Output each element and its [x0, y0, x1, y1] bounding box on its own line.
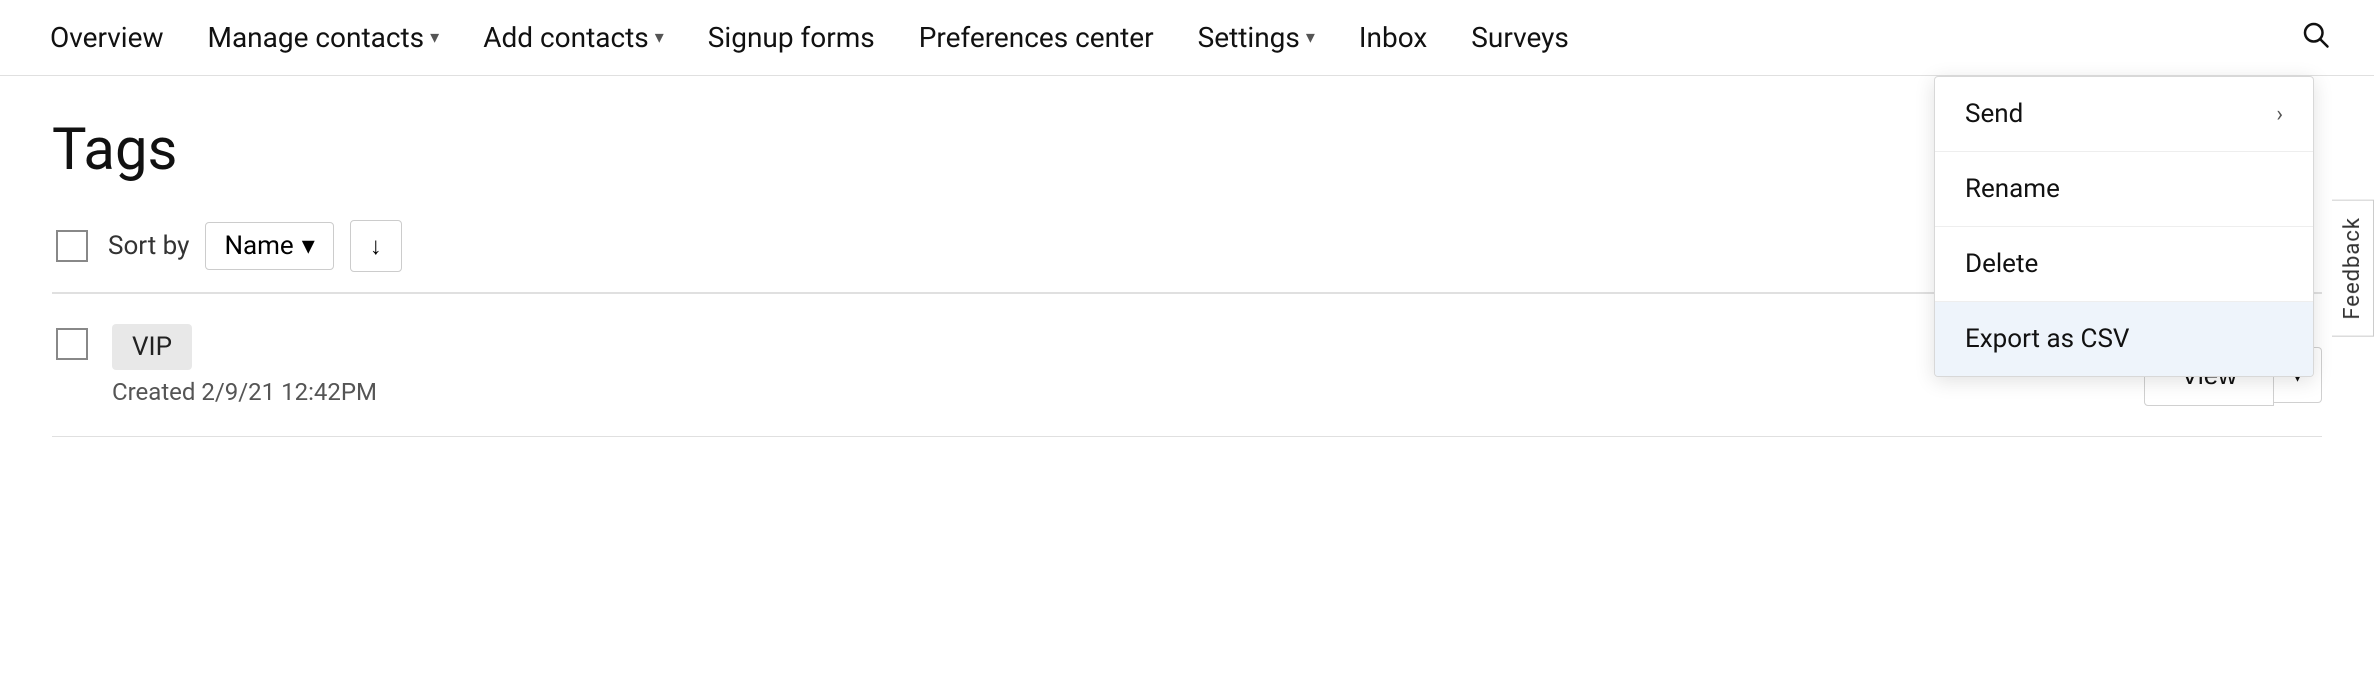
tag-info: VIP Created 2/9/21 12:42PM: [112, 324, 377, 406]
nav-item-inbox[interactable]: Inbox: [1337, 0, 1449, 76]
context-menu-rename-label: Rename: [1965, 174, 2060, 204]
context-menu-item-send[interactable]: Send ›: [1935, 77, 2313, 152]
context-menu-item-export-csv[interactable]: Export as CSV: [1935, 302, 2313, 376]
nav-label-manage-contacts: Manage contacts: [208, 21, 425, 54]
nav-item-surveys[interactable]: Surveys: [1449, 0, 1591, 76]
sort-direction-button[interactable]: ↓: [350, 220, 402, 272]
chevron-down-icon: ▾: [1306, 27, 1315, 48]
context-menu-send-label: Send: [1965, 99, 2023, 129]
nav-item-signup-forms[interactable]: Signup forms: [686, 0, 897, 76]
select-all-checkbox-wrap[interactable]: [52, 226, 92, 266]
tag-row-checkbox[interactable]: [56, 328, 88, 360]
submenu-arrow-icon: ›: [2276, 102, 2283, 127]
tag-badge: VIP: [112, 324, 192, 370]
chevron-down-icon: ▾: [430, 27, 439, 48]
tag-row-checkbox-wrap[interactable]: [52, 324, 92, 364]
sort-by-label: Sort by: [108, 231, 189, 261]
sort-chevron-icon: ▾: [302, 231, 315, 261]
top-navigation: Overview Manage contacts ▾ Add contacts …: [0, 0, 2374, 76]
select-all-checkbox[interactable]: [56, 230, 88, 262]
context-menu-delete-label: Delete: [1965, 249, 2038, 279]
context-menu: Send › Rename Delete Export as CSV: [1934, 76, 2314, 377]
sort-select-dropdown[interactable]: Name ▾: [205, 222, 333, 270]
context-menu-item-rename[interactable]: Rename: [1935, 152, 2313, 227]
tag-created-date: Created 2/9/21 12:42PM: [112, 378, 377, 406]
nav-item-preferences-center[interactable]: Preferences center: [897, 0, 1176, 76]
chevron-down-icon: ▾: [655, 27, 664, 48]
feedback-tab[interactable]: Feedback: [2332, 200, 2374, 337]
context-menu-item-delete[interactable]: Delete: [1935, 227, 2313, 302]
search-icon[interactable]: [2284, 19, 2346, 57]
nav-label-add-contacts: Add contacts: [483, 21, 649, 54]
nav-item-overview[interactable]: Overview: [28, 0, 186, 76]
nav-item-manage-contacts[interactable]: Manage contacts ▾: [186, 0, 462, 76]
page-content: Tags Sort by Name ▾ ↓ VIP Created 2/9/21…: [0, 76, 2374, 437]
sort-option-label: Name: [224, 231, 293, 261]
sort-arrow-icon: ↓: [370, 232, 382, 261]
nav-label-settings: Settings: [1198, 21, 1300, 54]
nav-item-settings[interactable]: Settings ▾: [1176, 0, 1337, 76]
context-menu-export-csv-label: Export as CSV: [1965, 324, 2129, 354]
nav-item-add-contacts[interactable]: Add contacts ▾: [461, 0, 686, 76]
